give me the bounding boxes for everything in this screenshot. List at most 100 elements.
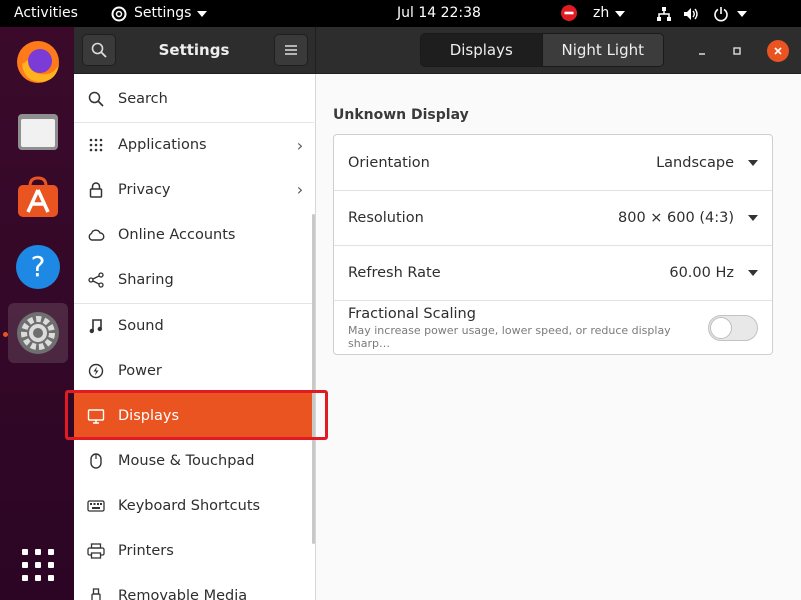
hamburger-menu-icon [285, 45, 297, 55]
sidebar-item-sound[interactable]: Sound [74, 303, 314, 348]
input-method-label: zh [593, 5, 610, 21]
sidebar-item-printers[interactable]: Printers [74, 528, 314, 573]
files-icon [18, 114, 58, 150]
displays-panel: Unknown Display Orientation Landscape Re… [316, 74, 801, 600]
dock-firefox[interactable] [8, 32, 68, 92]
fractional-scaling-text: Fractional Scaling May increase power us… [348, 306, 708, 350]
display-name-heading: Unknown Display [333, 107, 469, 123]
search-icon [91, 42, 107, 58]
dropdown-arrow-icon [748, 270, 758, 276]
sidebar-item-power[interactable]: Power [74, 348, 314, 393]
firefox-icon [17, 41, 59, 83]
close-button[interactable] [767, 40, 789, 62]
software-icon [18, 176, 58, 217]
orientation-row[interactable]: Orientation Landscape [334, 135, 772, 190]
dock-settings[interactable] [8, 303, 68, 363]
view-switcher: Displays Night Light [420, 33, 664, 67]
lock-icon [89, 181, 103, 198]
volume-icon [684, 8, 698, 20]
display-icon [87, 408, 105, 424]
sidebar-item-sharing[interactable]: Sharing [74, 257, 314, 302]
orientation-label: Orientation [348, 154, 430, 171]
sidebar-scrollbar[interactable] [312, 214, 315, 544]
clock[interactable]: Jul 14 22:38 [397, 0, 481, 27]
clock-label: Jul 14 22:38 [397, 5, 481, 21]
music-note-icon [89, 319, 102, 334]
app-menu-label: Settings [134, 5, 192, 21]
minimize-button[interactable] [691, 40, 713, 62]
dock-show-apps[interactable] [8, 535, 68, 595]
activities-button[interactable]: Activities [14, 0, 78, 27]
keyboard-icon [87, 499, 105, 512]
orientation-value: Landscape [656, 154, 734, 171]
tab-displays[interactable]: Displays [421, 34, 542, 66]
sidebar-item-label: Power [118, 362, 162, 379]
search-button[interactable] [82, 34, 116, 66]
dock-software[interactable] [8, 167, 68, 227]
fractional-scaling-description: May increase power usage, lower speed, o… [348, 324, 671, 350]
sidebar-item-search[interactable]: Search [74, 76, 314, 121]
mouse-icon [90, 452, 102, 469]
chevron-down-icon [737, 11, 747, 17]
svg-text:?: ? [31, 250, 46, 283]
cloud-icon [88, 229, 105, 241]
fractional-scaling-switch[interactable] [708, 315, 758, 341]
sidebar-item-label: Displays [118, 407, 180, 424]
dock: ? [0, 27, 74, 600]
sidebar-item-label: Online Accounts [118, 226, 236, 243]
maximize-icon [733, 47, 741, 55]
dropdown-arrow-icon [748, 159, 758, 166]
sidebar-item-label: Privacy [118, 181, 171, 198]
dropdown-arrow-icon [748, 215, 758, 221]
resolution-value: 800 × 600 (4:3) [618, 210, 734, 226]
refresh-rate-row[interactable]: Refresh Rate 60.00 Hz [334, 245, 772, 300]
resolution-label: Resolution [348, 210, 424, 226]
sidebar-header: Settings [74, 27, 316, 74]
sidebar: Search Applications › Privacy › Online A… [74, 74, 316, 600]
sidebar-item-label: Applications [118, 137, 207, 153]
fractional-scaling-row: Fractional Scaling May increase power us… [334, 300, 772, 355]
share-icon [88, 271, 104, 288]
activities-label: Activities [14, 5, 78, 21]
minimize-icon [699, 53, 705, 55]
sidebar-item-online-accounts[interactable]: Online Accounts [74, 212, 314, 257]
display-settings-list: Orientation Landscape Resolution 800 × 6… [333, 134, 773, 355]
power-menu-icon [714, 7, 728, 22]
sidebar-item-label: Printers [118, 542, 174, 559]
grid-icon [89, 138, 103, 152]
settings-gear-icon [111, 6, 127, 21]
app-menu[interactable]: Settings [110, 0, 208, 27]
sidebar-item-privacy[interactable]: Privacy › [74, 167, 314, 212]
sidebar-item-displays[interactable]: Displays [74, 393, 314, 438]
refresh-rate-label: Refresh Rate [348, 265, 441, 281]
sidebar-item-label: Mouse & Touchpad [118, 452, 255, 469]
settings-icon [17, 312, 59, 354]
resolution-row[interactable]: Resolution 800 × 600 (4:3) [334, 190, 772, 245]
power-icon [88, 363, 104, 378]
running-indicator [3, 332, 8, 337]
maximize-button[interactable] [726, 40, 748, 62]
dock-help[interactable]: ? [8, 237, 68, 297]
sidebar-item-removable-media[interactable]: Removable Media [74, 573, 314, 600]
refresh-rate-value: 60.00 Hz [669, 265, 734, 281]
sidebar-item-label: Removable Media [118, 587, 248, 600]
system-tray[interactable]: zh [561, 0, 801, 27]
sidebar-item-label: Search [118, 90, 168, 107]
primary-menu-button[interactable] [274, 34, 308, 66]
dock-files[interactable] [8, 102, 68, 162]
header-bar: Settings Displays Night Light [74, 27, 801, 74]
switch-knob [710, 317, 732, 339]
chevron-down-icon [615, 11, 625, 17]
search-icon [88, 91, 104, 107]
sidebar-item-label: Sharing [118, 271, 174, 288]
sidebar-item-label: Sound [118, 318, 164, 334]
settings-window: Settings Displays Night Light Search App… [74, 27, 801, 600]
help-icon: ? [16, 245, 60, 289]
sidebar-item-applications[interactable]: Applications › [74, 122, 314, 167]
sidebar-item-mouse-touchpad[interactable]: Mouse & Touchpad [74, 438, 314, 483]
do-not-disturb-icon [561, 5, 577, 21]
sidebar-item-keyboard-shortcuts[interactable]: Keyboard Shortcuts [74, 483, 314, 528]
network-icon [657, 7, 671, 21]
show-apps-icon [22, 549, 54, 581]
tab-night-light[interactable]: Night Light [541, 34, 663, 66]
